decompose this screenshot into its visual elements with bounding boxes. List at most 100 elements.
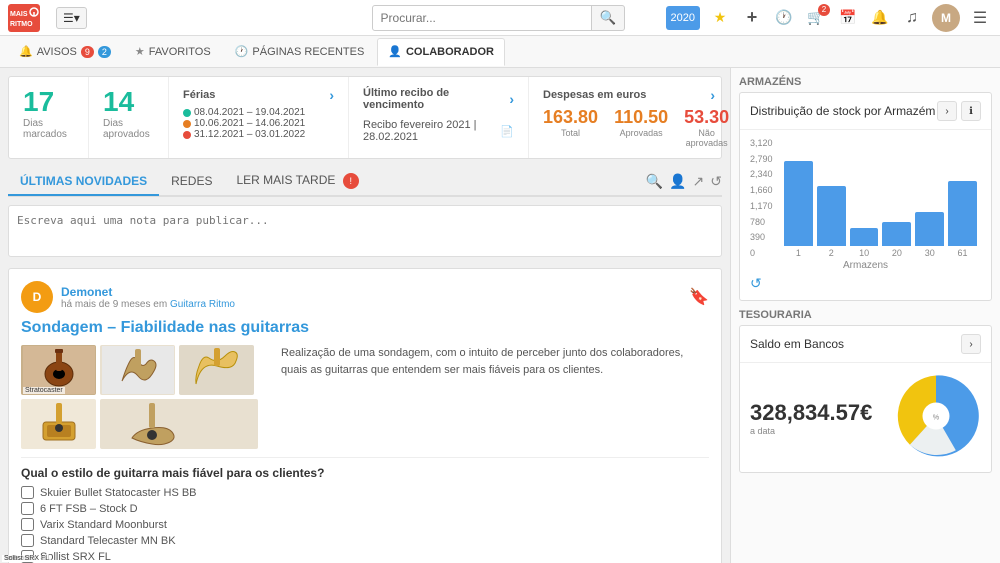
post-author: Demonet	[61, 285, 681, 299]
add-icon[interactable]: +	[740, 6, 764, 30]
vacation-item-1: 08.04.2021 – 19.04.2021	[183, 107, 334, 118]
post-avatar: D	[21, 281, 53, 313]
year-badge[interactable]: 2020	[666, 6, 700, 30]
bar-3	[850, 228, 879, 246]
paginas-recentes-label: PÁGINAS RECENTES	[252, 46, 364, 58]
subnav-item-paginas-recentes[interactable]: 🕐 PÁGINAS RECENTES	[224, 38, 376, 66]
treasury-section: Saldo em Bancos › 328,834.57€ a data	[739, 325, 992, 473]
poll-option-1: Skuier Bullet Statocaster HS BB	[21, 486, 709, 499]
poll-option-3: Varix Standard Moonburst	[21, 518, 709, 531]
bookmark-icon[interactable]: 🔖	[689, 287, 709, 307]
vacation-date-3: 31.12.2021 – 03.01.2022	[194, 129, 305, 140]
view-toggle-btn[interactable]: ☰▾	[56, 7, 87, 29]
poll-section: Qual o estilo de guitarra mais fiável pa…	[21, 457, 709, 563]
clock-icon[interactable]: 🕐	[772, 6, 796, 30]
search-feed-icon[interactable]: 🔍	[646, 173, 663, 190]
vacation-arrow[interactable]: ›	[329, 87, 334, 103]
expenses-title: Despesas em euros	[543, 89, 646, 101]
bell-small-icon: 🔔	[19, 45, 33, 58]
share-icon[interactable]: ↗	[693, 173, 705, 190]
hamburger-menu-icon[interactable]: ☰	[968, 6, 992, 30]
days-marked-value: 17	[23, 87, 74, 118]
cart-icon[interactable]: 🛒2	[804, 6, 828, 30]
bar-col-4: 20	[882, 222, 911, 258]
notification-icon[interactable]: 🔔	[868, 6, 892, 30]
poll-checkbox-2[interactable]	[21, 502, 34, 515]
stock-expand-btn[interactable]: ›	[937, 101, 957, 121]
warehouses-section-title: ARMAZÉNS	[739, 76, 992, 88]
bar-label-2: 2	[829, 248, 834, 258]
poll-checkbox-4[interactable]	[21, 534, 34, 547]
guitar-img-2: 6 FT FSB	[100, 345, 175, 395]
pie-chart-container: %	[891, 371, 981, 464]
people-icon[interactable]: 👤	[669, 173, 686, 190]
y-label-1: 390	[750, 232, 776, 242]
poll-checkbox-1[interactable]	[21, 486, 34, 499]
search-button[interactable]: 🔍	[592, 5, 626, 31]
days-marked-label: Dias marcados	[23, 118, 74, 140]
pie-chart: %	[891, 371, 981, 461]
guitar-img-3: Moonburst	[179, 345, 254, 395]
treasury-section-title: TESOURARIA	[739, 309, 992, 321]
poll-option-label-4: Standard Telecaster MN BK	[40, 535, 176, 547]
bar-label-1: 1	[796, 248, 801, 258]
subnav-item-colaborador[interactable]: 👤 COLABORADOR	[377, 38, 505, 66]
tab-ultimas-novidades[interactable]: ÚLTIMAS NOVIDADES	[8, 168, 159, 196]
vacation-box: Férias › 08.04.2021 – 19.04.2021 10.06.2…	[169, 77, 349, 158]
post-channel[interactable]: Guitarra Ritmo	[170, 299, 235, 310]
poll-checkbox-3[interactable]	[21, 518, 34, 531]
subnav-item-favoritos[interactable]: ★ FAVORITOS	[124, 38, 222, 66]
right-column: ARMAZÉNS Distribuição de stock por Armaz…	[730, 68, 1000, 563]
approved-expense: 110.50 Aprovadas	[614, 107, 668, 148]
bar-label-3: 10	[859, 248, 869, 258]
note-input[interactable]	[8, 205, 722, 257]
payslip-arrow[interactable]: ›	[509, 91, 514, 107]
rejected-value: 53.30	[684, 107, 729, 128]
vacation-dot-3	[183, 131, 191, 139]
nav-right-actions: 2020 ★ + 🕐 🛒2 📅 🔔 ♫ M ☰	[666, 4, 992, 32]
post-title[interactable]: Sondagem – Fiabilidade nas guitarras	[21, 319, 709, 337]
avatar[interactable]: M	[932, 4, 960, 32]
chart-y-axis: 3,120 2,790 2,340 1,660 1,170 780 390 0	[750, 138, 780, 258]
bank-balance-value: 328,834.57€	[750, 400, 872, 426]
vacation-item-2: 10.06.2021 – 14.06.2021	[183, 118, 334, 129]
guitar-img-1: Stratocaster	[21, 345, 96, 395]
bar-label-5: 30	[925, 248, 935, 258]
bar-col-1: 1	[784, 161, 813, 258]
poll-option-2: 6 FT FSB – Stock D	[21, 502, 709, 515]
tab-ler-mais-tarde[interactable]: LER MAIS TARDE !	[224, 167, 370, 197]
logo-icon: MAIS RITMO	[8, 4, 40, 32]
expenses-arrow[interactable]: ›	[710, 87, 715, 103]
music-icon[interactable]: ♫	[900, 6, 924, 30]
bank-balance-sublabel: a data	[750, 426, 872, 436]
y-label-3: 1,170	[750, 201, 776, 211]
poll-question: Qual o estilo de guitarra mais fiável pa…	[21, 466, 709, 480]
search-input[interactable]	[372, 5, 592, 31]
feed-tab-actions: 🔍 👤 ↗ ↺	[646, 173, 722, 190]
approved-value: 110.50	[614, 107, 668, 128]
stock-info-btn[interactable]: ℹ	[961, 101, 981, 121]
svg-text:MAIS: MAIS	[10, 11, 28, 18]
refresh-chart-button[interactable]: ↺	[750, 275, 762, 291]
expenses-box: Despesas em euros › 163.80 Total 110.50 …	[529, 77, 729, 158]
tab-redes[interactable]: REDES	[159, 168, 224, 196]
post-time: há mais de 9 meses em Guitarra Ritmo	[61, 299, 681, 310]
refresh-feed-icon[interactable]: ↺	[710, 173, 722, 190]
person-icon: 👤	[388, 45, 402, 58]
post-content-row: Stratocaster 6 FT FSB	[21, 345, 709, 449]
clock-small-icon: 🕐	[235, 45, 249, 58]
bar-5	[915, 212, 944, 246]
bank-expand-btn[interactable]: ›	[961, 334, 981, 354]
subnav-item-avisos[interactable]: 🔔 AVISOS 9 2	[8, 38, 122, 66]
bar-col-6: 61	[948, 181, 977, 258]
days-approved-box: 14 Dias aprovados	[89, 77, 169, 158]
stats-row: 17 Dias marcados 14 Dias aprovados Féria…	[8, 76, 722, 159]
guitar-img-5: Sollist SRX FL	[100, 399, 258, 449]
warehouses-section: Distribuição de stock por Armazém › ℹ 3,…	[739, 92, 992, 301]
top-navigation: MAIS RITMO ☰▾ 🔍 2020 ★ + 🕐 🛒2 📅 🔔 ♫ M ☰	[0, 0, 1000, 36]
calendar-icon[interactable]: 📅	[836, 6, 860, 30]
bar-4	[882, 222, 911, 246]
left-column: 17 Dias marcados 14 Dias aprovados Féria…	[0, 68, 730, 563]
favorites-icon[interactable]: ★	[708, 6, 732, 30]
vacation-date-2: 10.06.2021 – 14.06.2021	[194, 118, 305, 129]
